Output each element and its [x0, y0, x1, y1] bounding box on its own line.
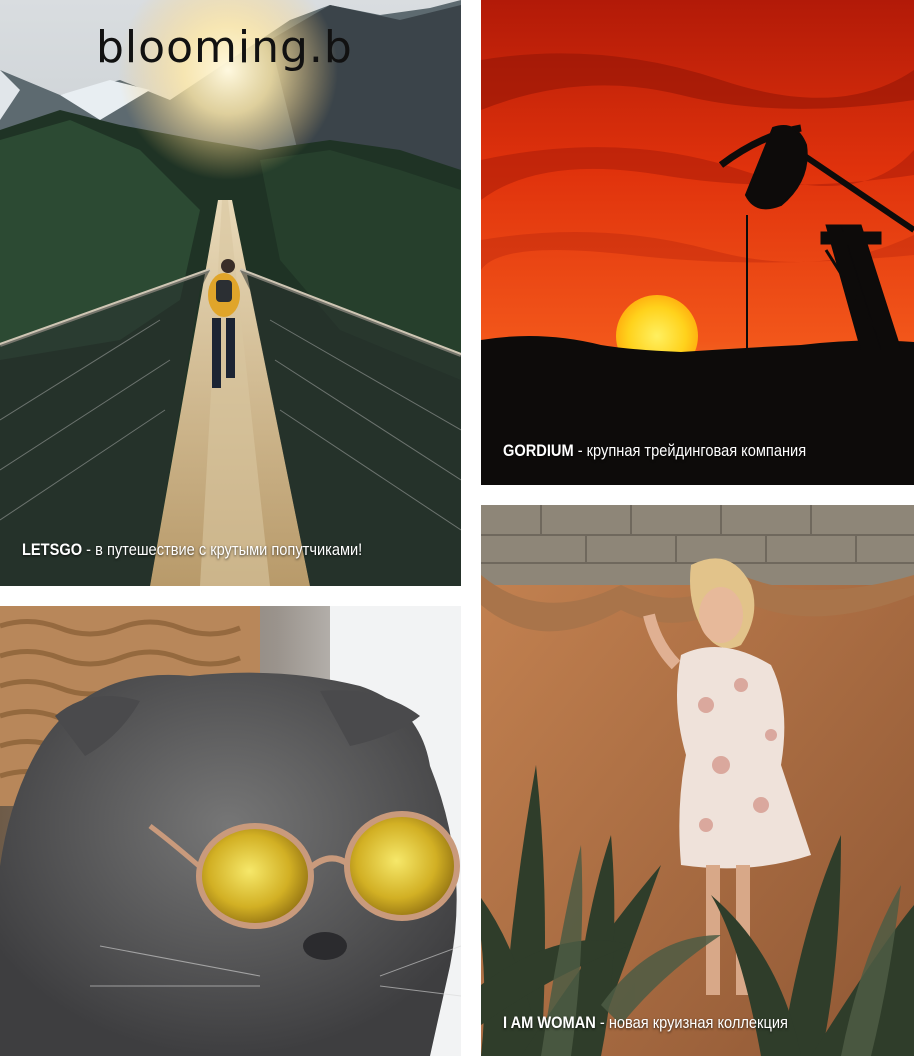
tile-letsgo[interactable]: blooming.b LETSGO - в путешествие с крут… — [0, 0, 461, 586]
caption-brand: GORDIUM — [503, 441, 574, 460]
caption-brand: I AM WOMAN — [503, 1013, 596, 1032]
caption-iamwoman: I AM WOMAN - новая круизная коллекция — [503, 1013, 788, 1033]
logo: blooming.b — [96, 22, 353, 73]
cat-photo — [0, 606, 461, 1056]
caption-gordium: GORDIUM - крупная трейдинговая компания — [503, 441, 806, 461]
caption-text: - новая круизная коллекция — [595, 1013, 788, 1032]
caption-text: - в путешествие с крутыми попутчиками! — [82, 540, 363, 559]
oil-pump-photo — [481, 0, 914, 485]
tile-iamwoman[interactable]: I AM WOMAN - новая круизная коллекция — [481, 505, 914, 1056]
tile-cat[interactable] — [0, 606, 461, 1056]
caption-text: - крупная трейдинговая компания — [573, 441, 807, 460]
tile-gordium[interactable]: GORDIUM - крупная трейдинговая компания — [481, 0, 914, 485]
bridge-photo — [0, 0, 461, 586]
caption-letsgo: LETSGO - в путешествие с крутыми попутчи… — [22, 540, 362, 560]
caption-brand: LETSGO — [22, 540, 83, 559]
woman-photo — [481, 505, 914, 1056]
